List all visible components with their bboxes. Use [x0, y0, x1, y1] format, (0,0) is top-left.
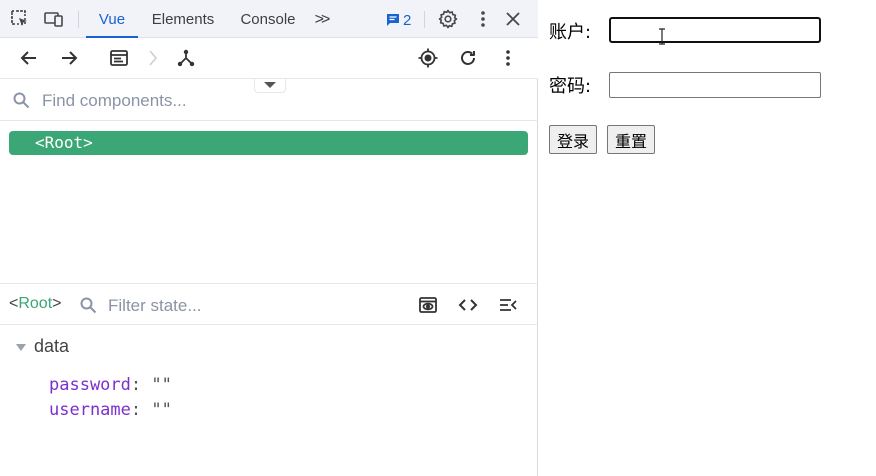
tree-row-root[interactable]: <Root>: [9, 131, 528, 155]
kebab-menu-icon[interactable]: [473, 9, 493, 29]
crumb-close: >: [52, 295, 62, 312]
state-prop-password[interactable]: password: "": [49, 375, 172, 395]
prop-colon: :: [130, 400, 142, 420]
chevron-right-icon: [143, 48, 163, 68]
inspect-element-icon[interactable]: [10, 9, 30, 29]
prop-colon: :: [130, 375, 142, 395]
component-search-input[interactable]: [40, 88, 304, 114]
forward-arrow-icon[interactable]: [59, 48, 79, 68]
component-search-bar: [0, 79, 538, 121]
expand-caret-icon[interactable]: [16, 344, 26, 351]
tabbar-divider: [424, 11, 425, 28]
back-arrow-icon[interactable]: [19, 48, 39, 68]
component-tree-icon[interactable]: [176, 48, 196, 68]
code-icon[interactable]: [458, 295, 478, 315]
crumb-open: <: [9, 295, 19, 312]
page-viewport: 账户: 密码: 登录 重置: [539, 0, 876, 476]
state-prop-username[interactable]: username: "": [49, 400, 172, 420]
vue-toolbar: [0, 38, 538, 79]
state-filter-input[interactable]: [106, 293, 360, 319]
search-icon: [80, 297, 97, 314]
data-section-label[interactable]: data: [34, 336, 69, 357]
issues-icon: [387, 14, 399, 26]
password-input[interactable]: [609, 72, 821, 98]
reset-button[interactable]: 重置: [607, 125, 656, 154]
prop-value: "": [151, 375, 172, 395]
search-icon: [13, 92, 30, 109]
account-label: 账户:: [549, 22, 592, 43]
tab-elements[interactable]: Elements: [144, 0, 222, 38]
state-inspector-header: <Root>: [0, 283, 538, 325]
prop-key: username: [49, 400, 131, 420]
settings-icon[interactable]: [438, 9, 458, 29]
refresh-icon[interactable]: [458, 48, 478, 68]
devtools-panel: Vue Elements Console >> 2 Find component…: [0, 0, 538, 476]
account-input[interactable]: [609, 17, 821, 43]
close-icon[interactable]: [503, 9, 523, 29]
text-cursor-icon: [659, 28, 665, 45]
more-tabs-button[interactable]: >>: [306, 0, 336, 38]
state-data-section: data password: "" username: "": [0, 325, 538, 476]
device-toolbar-icon[interactable]: [44, 9, 64, 29]
issues-count: 2: [403, 12, 412, 29]
prop-key: password: [49, 375, 131, 395]
login-button[interactable]: 登录: [549, 125, 598, 154]
scroll-to-component-icon[interactable]: [418, 295, 438, 315]
select-component-icon[interactable]: [418, 48, 438, 68]
collapse-all-icon[interactable]: [498, 295, 518, 315]
crumb-name: Root: [18, 295, 53, 312]
prop-value: "": [151, 400, 172, 420]
tree-row-label: <Root>: [35, 133, 93, 152]
component-inspector-icon[interactable]: [109, 48, 129, 68]
password-label: 密码:: [549, 76, 592, 97]
tabbar-divider: [78, 11, 79, 28]
tab-console[interactable]: Console: [234, 0, 302, 38]
kebab-menu-icon[interactable]: [498, 48, 518, 68]
tab-vue[interactable]: Vue: [86, 0, 138, 38]
selected-component-crumb: <Root>: [9, 295, 61, 313]
component-tree: <Root>: [0, 121, 538, 283]
devtools-tabbar: Vue Elements Console >> 2: [0, 0, 538, 38]
